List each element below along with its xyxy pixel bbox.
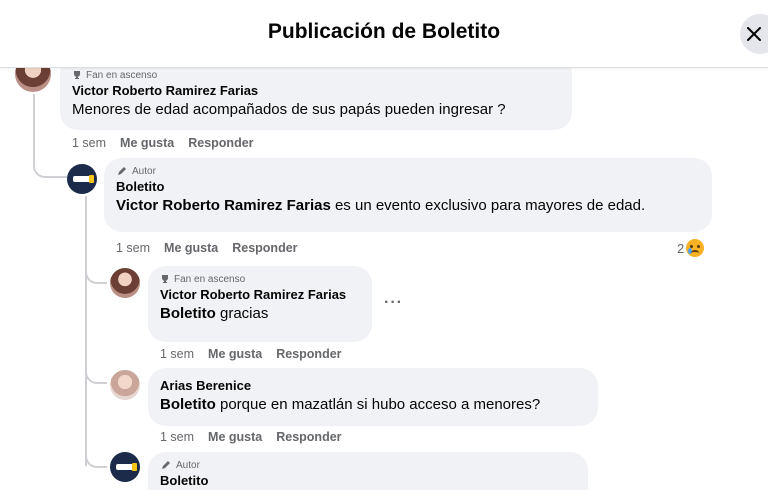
comment-author[interactable]: Victor Roberto Ramirez Farias [72, 82, 560, 100]
comment-time[interactable]: 1 sem [116, 241, 150, 255]
thread-connector [85, 362, 107, 384]
reply-button[interactable]: Responder [276, 430, 341, 444]
reaction-summary[interactable]: 2 [677, 239, 705, 257]
brand-logo [73, 175, 94, 183]
mention-link[interactable]: Victor Roberto Ramirez Farias [116, 197, 331, 214]
thread-line [33, 94, 35, 154]
like-button[interactable]: Me gusta [164, 241, 218, 255]
comment-author[interactable]: Boletito [160, 472, 576, 490]
comment-author[interactable]: Boletito [116, 178, 700, 196]
thread-connector [85, 262, 107, 284]
thread-line [85, 196, 87, 466]
comment-bubble: Autor Boletito [148, 452, 588, 490]
trophy-icon [74, 71, 80, 79]
trophy-icon [162, 275, 168, 283]
avatar[interactable] [110, 370, 140, 400]
author-badge: Autor [160, 458, 576, 472]
comment-bubble: Fan en ascenso Victor Roberto Ramirez Fa… [148, 266, 372, 342]
comment-text: Boletito porque en mazatlán si hubo acce… [160, 396, 541, 413]
comment-actions: 1 sem Me gusta Responder [160, 347, 342, 361]
brand-logo [116, 463, 137, 471]
dialog-header: Publicación de Boletito [0, 0, 768, 68]
thread-connector [33, 150, 67, 178]
comment-text: Victor Roberto Ramirez Farias es un even… [116, 197, 646, 214]
reaction-count: 2 [677, 240, 685, 256]
comment-text: Menores de edad acompañados de sus papás… [72, 101, 506, 118]
like-button[interactable]: Me gusta [208, 430, 262, 444]
comment-text: Boletito gracias [160, 305, 269, 322]
comment-time[interactable]: 1 sem [160, 430, 194, 444]
comment-author[interactable]: Victor Roberto Ramirez Farias [160, 286, 360, 304]
avatar[interactable] [110, 268, 140, 298]
comment-actions: 1 sem Me gusta Responder [116, 241, 298, 255]
avatar[interactable] [67, 164, 97, 194]
comment-bubble: Autor Boletito Victor Roberto Ramirez Fa… [104, 158, 712, 232]
dialog-title: Publicación de Boletito [267, 20, 501, 43]
pencil-icon [162, 461, 170, 469]
sad-reaction-icon [686, 239, 705, 257]
more-options-button[interactable]: ··· [384, 294, 403, 312]
like-button[interactable]: Me gusta [120, 136, 174, 150]
close-icon [747, 27, 761, 41]
reply-button[interactable]: Responder [232, 241, 297, 255]
thread-connector [85, 446, 107, 468]
author-badge: Autor [116, 164, 700, 178]
avatar[interactable] [110, 452, 140, 482]
comment-actions: 1 sem Me gusta Responder [160, 430, 342, 444]
reply-button[interactable]: Responder [276, 347, 341, 361]
mention-link[interactable]: Boletito [160, 396, 216, 413]
pencil-icon [118, 167, 126, 175]
close-button[interactable] [740, 14, 768, 54]
rising-fan-badge: Fan en ascenso [72, 68, 560, 82]
reply-button[interactable]: Responder [188, 136, 253, 150]
like-button[interactable]: Me gusta [208, 347, 262, 361]
comment-author[interactable]: Arias Berenice [160, 377, 586, 395]
mention-link[interactable]: Boletito [160, 305, 216, 322]
comment-actions: 1 sem Me gusta Responder [72, 136, 254, 150]
comment-time[interactable]: 1 sem [160, 347, 194, 361]
comment-bubble: Arias Berenice Boletito porque en mazatl… [148, 368, 598, 426]
rising-fan-badge: Fan en ascenso [160, 272, 360, 286]
comment-time[interactable]: 1 sem [72, 136, 106, 150]
